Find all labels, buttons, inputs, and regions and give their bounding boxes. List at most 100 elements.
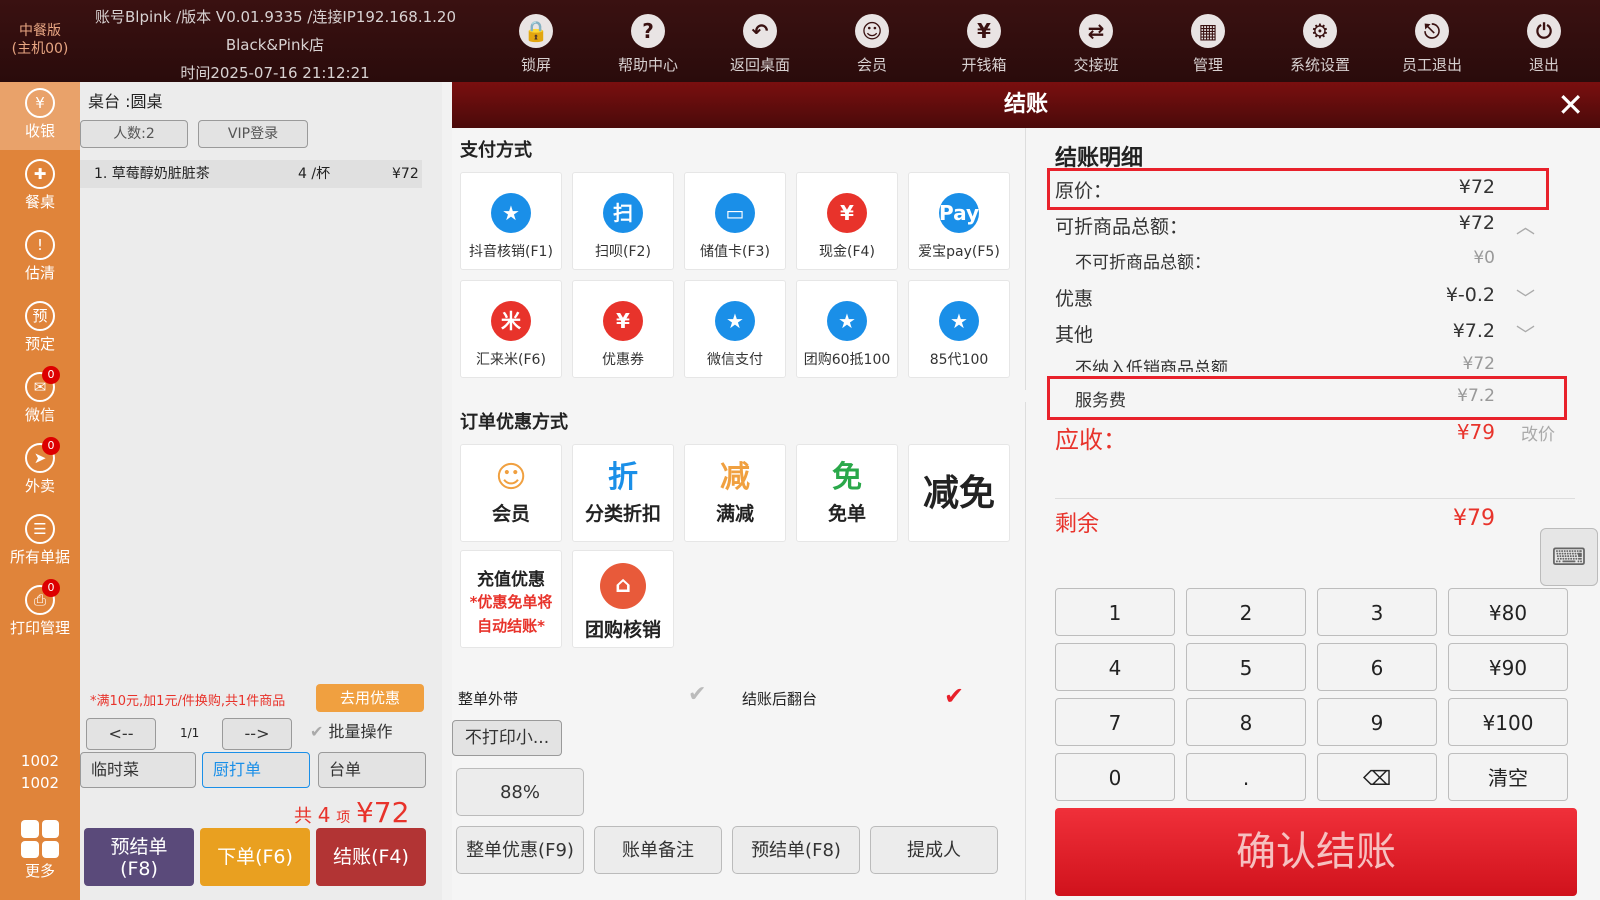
pay-method-0[interactable]: ★ 抖音核销(F1) xyxy=(460,172,562,270)
discount-method-4[interactable]: 减免 xyxy=(908,444,1010,542)
keypad-key[interactable]: 7 xyxy=(1055,698,1175,746)
people-button[interactable]: 人数:2 xyxy=(80,120,188,148)
top-button-logout[interactable]: ⎋ 员工退出 xyxy=(1382,6,1482,78)
top-button-power[interactable]: ⏻ 退出 xyxy=(1494,6,1594,78)
top-button-handover[interactable]: ⇄ 交接班 xyxy=(1046,6,1146,78)
handover-icon: ⇄ xyxy=(1079,14,1113,48)
recharge-discount-button[interactable]: 充值优惠 *优惠免单将自动结账* xyxy=(460,550,562,648)
keypad-key[interactable]: ¥100 xyxy=(1448,698,1568,746)
pay-method-icon: ★ xyxy=(827,301,867,341)
discount-method-2[interactable]: 减满减 xyxy=(684,444,786,542)
keypad-key[interactable]: . xyxy=(1186,753,1306,801)
pay-method-label: 现金(F4) xyxy=(819,244,875,260)
commission-button[interactable]: 提成人 xyxy=(870,826,998,874)
pay-method-9[interactable]: ★ 85代100 xyxy=(908,280,1010,378)
sidebar-item-4[interactable]: ✉ 0 微信 xyxy=(0,366,80,434)
keypad-key[interactable]: 5 xyxy=(1186,643,1306,691)
promo-hint: *满10元,加1元/件换购,共1件商品 xyxy=(90,694,286,709)
pay-method-6[interactable]: ¥ 优惠券 xyxy=(572,280,674,378)
top-button-question[interactable]: ? 帮助中心 xyxy=(598,6,698,78)
order-item-row[interactable]: 1. 草莓醇奶脏脏茶 4 /杯 ¥72 xyxy=(80,160,422,188)
discount-method-1[interactable]: 折分类折扣 xyxy=(572,444,674,542)
top-button-member[interactable]: ☺ 会员 xyxy=(822,6,922,78)
discount-method-3[interactable]: 免免单 xyxy=(796,444,898,542)
keypad-key[interactable]: 1 xyxy=(1055,588,1175,636)
discount-method-0[interactable]: ☺ 会员 xyxy=(460,444,562,542)
keypad-key[interactable]: 3 xyxy=(1317,588,1437,636)
keypad-key[interactable]: 9 xyxy=(1317,698,1437,746)
use-discount-button[interactable]: 去用优惠 xyxy=(316,684,424,712)
close-icon[interactable]: ✕ xyxy=(1557,82,1584,128)
keypad-key[interactable]: ¥80 xyxy=(1448,588,1568,636)
table-bill-button[interactable]: 台单 xyxy=(318,752,426,788)
pay-method-2[interactable]: ▭ 储值卡(F3) xyxy=(684,172,786,270)
other-row[interactable]: 其他 ¥7.2 ﹀ xyxy=(1055,320,1555,348)
pay-method-7[interactable]: ★ 微信支付 xyxy=(684,280,786,378)
sidebar-item-more[interactable]: 更多 xyxy=(0,820,80,881)
batch-operation[interactable]: ✔ 批量操作 xyxy=(310,718,393,742)
no-low-sales-row: 不纳入低销商品总额 ¥72 xyxy=(1075,354,1495,372)
keypad-key[interactable]: 0 xyxy=(1055,753,1175,801)
back-icon: ↶ xyxy=(743,14,777,48)
discount-label: 减免 xyxy=(922,473,995,514)
time-info: 时间2025-07-16 21:12:21 xyxy=(180,64,370,82)
keyboard-icon[interactable]: ⌨ xyxy=(1540,528,1598,586)
sidebar-item-2[interactable]: ! 估清 xyxy=(0,224,80,292)
pay-method-5[interactable]: 米汇来米(F6) xyxy=(460,280,562,378)
print-option-dropdown[interactable]: 不打印小... xyxy=(452,720,562,756)
keypad-key[interactable]: 2 xyxy=(1186,588,1306,636)
keypad-key[interactable]: 6 xyxy=(1317,643,1437,691)
sidebar-item-1[interactable]: ✚ 餐桌 xyxy=(0,153,80,221)
dialog-title: 结账 xyxy=(1003,92,1048,117)
place-order-button[interactable]: 下单(F6) xyxy=(200,828,310,886)
top-button-back[interactable]: ↶ 返回桌面 xyxy=(710,6,810,78)
promo-row[interactable]: 优惠 ¥-0.2 ﹀ xyxy=(1055,284,1555,312)
top-button-grid[interactable]: ▦ 管理 xyxy=(1158,6,1258,78)
sidebar-item-0[interactable]: ¥ 收银 xyxy=(0,82,80,150)
checkout-button[interactable]: 结账(F4) xyxy=(316,828,426,886)
batch-label: 批量操作 xyxy=(328,722,393,741)
pay-method-4[interactable]: Pay 爱宝pay(F5) xyxy=(908,172,1010,270)
whole-discount-button[interactable]: 整单优惠(F9) xyxy=(456,826,584,874)
prebill-button[interactable]: 预结单 (F8) xyxy=(84,828,194,886)
receivable-row: 应收： ¥79 改价 xyxy=(1055,420,1555,454)
sidebar-item-5[interactable]: ➤ 0 外卖 xyxy=(0,437,80,505)
edit-price-link[interactable]: 改价 xyxy=(1521,420,1555,445)
confirm-checkout-button[interactable]: 确认结账 xyxy=(1055,808,1577,896)
groupbuy-label: 团购核销 xyxy=(584,619,661,641)
temp-dish-button[interactable]: 临时菜 xyxy=(80,752,196,788)
top-button-label: 员工退出 xyxy=(1401,56,1462,74)
pay-method-label: 扫呗(F2) xyxy=(595,244,651,260)
flip-table-check-icon[interactable]: ✔ xyxy=(944,682,964,710)
vip-login-button[interactable]: VIP登录 xyxy=(198,120,308,148)
groupbuy-verify-button[interactable]: ⌂ 团购核销 xyxy=(572,550,674,648)
keypad-key[interactable]: 4 xyxy=(1055,643,1175,691)
keypad-key[interactable]: ¥90 xyxy=(1448,643,1568,691)
sidebar-item-7[interactable]: ⎙ 0 打印管理 xyxy=(0,579,80,647)
backspace-key[interactable]: ⌫ xyxy=(1317,753,1437,801)
discount-icon: ☺ xyxy=(495,460,527,495)
logout-icon: ⎋ xyxy=(1415,14,1449,48)
pay-method-icon: ★ xyxy=(491,193,531,233)
prev-page-button[interactable]: <-- xyxy=(86,718,156,750)
pay-method-3[interactable]: ¥ 现金(F4) xyxy=(796,172,898,270)
top-button-lock[interactable]: 🔒 锁屏 xyxy=(486,6,586,78)
kitchen-print-button[interactable]: 厨打单 xyxy=(202,752,310,788)
bill-note-button[interactable]: 账单备注 xyxy=(594,826,722,874)
top-bar: 中餐版 (主机00) 账号Blpink /版本 V0.01.9335 /连接IP… xyxy=(0,0,1600,82)
sidebar-item-3[interactable]: 预预定 xyxy=(0,295,80,363)
pay-method-1[interactable]: 扫扫呗(F2) xyxy=(572,172,674,270)
top-button-cashbox[interactable]: ¥ 开钱箱 xyxy=(934,6,1034,78)
percent-button[interactable]: 88% xyxy=(456,768,584,816)
next-page-button[interactable]: --> xyxy=(222,718,292,750)
sidebar-item-6[interactable]: ☰ 所有单据 xyxy=(0,508,80,576)
pay-method-8[interactable]: ★ 团购60抵100 xyxy=(796,280,898,378)
top-button-label: 管理 xyxy=(1192,56,1223,74)
takeaway-check-icon[interactable]: ✔ xyxy=(688,682,706,707)
prebill-f8-button[interactable]: 预结单(F8) xyxy=(732,826,860,874)
top-button-gear[interactable]: ⚙ 系统设置 xyxy=(1270,6,1370,78)
discount-icon: 减 xyxy=(720,460,750,495)
keypad-key[interactable]: 清空 xyxy=(1448,753,1568,801)
keypad-key[interactable]: 8 xyxy=(1186,698,1306,746)
discount-label: 分类折扣 xyxy=(584,503,661,525)
